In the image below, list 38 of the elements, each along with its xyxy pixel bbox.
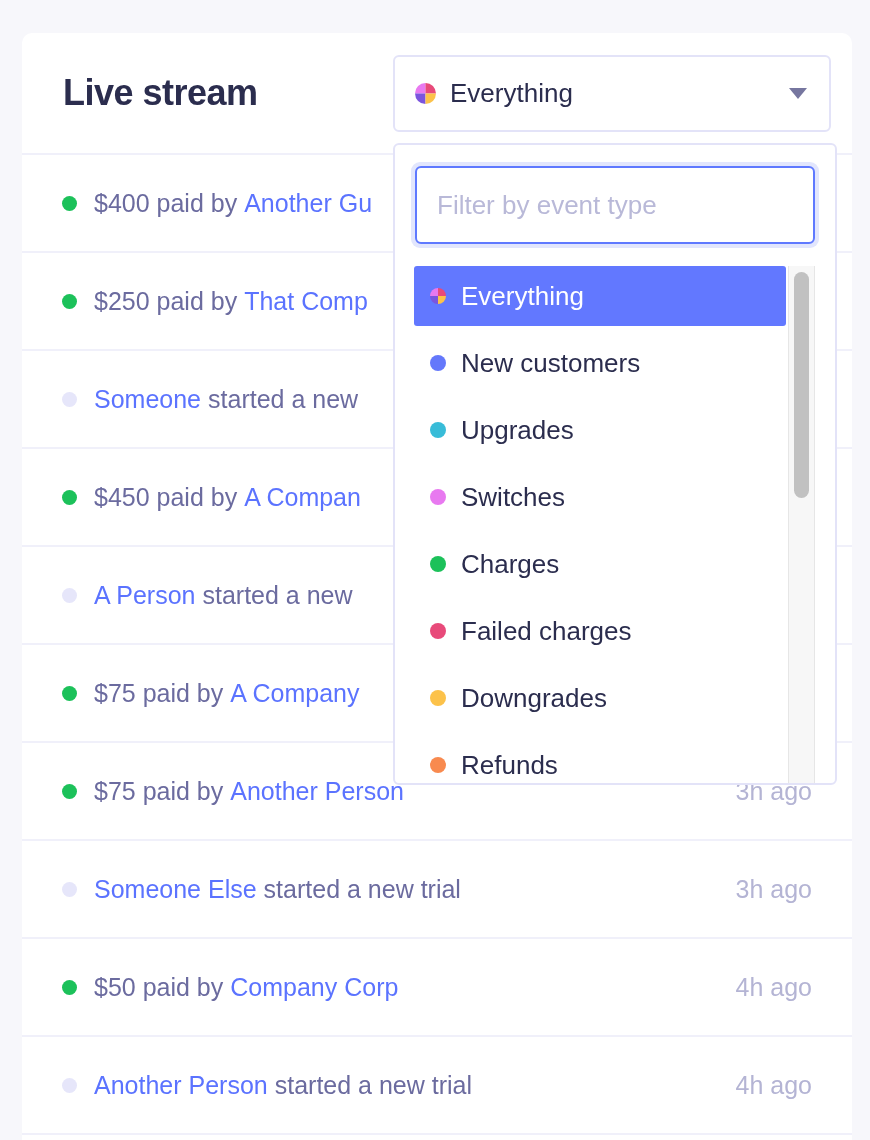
event-time: 3h ago	[735, 874, 812, 904]
menu-option[interactable]: Switches	[414, 467, 786, 527]
menu-option[interactable]: Everything	[414, 266, 786, 326]
event-text: $75 paid by A Company	[94, 678, 360, 708]
event-time: 4h ago	[735, 972, 812, 1002]
menu-option[interactable]: Refunds	[414, 735, 786, 783]
event-time: 4h ago	[735, 1070, 812, 1100]
filter-field[interactable]: Filter by event type	[415, 166, 815, 244]
customer-link[interactable]: A Person	[94, 580, 196, 609]
menu-option[interactable]: Upgrades	[414, 400, 786, 460]
event-text: $50 paid by Company Corp	[94, 972, 399, 1002]
event-text: $400 paid by Another Gu	[94, 188, 373, 218]
customer-link[interactable]: Someone	[94, 384, 202, 413]
customer-link[interactable]: That Comp	[244, 286, 368, 315]
event-type-dropdown[interactable]: Everything	[393, 54, 831, 132]
customer-link[interactable]: Another Person	[94, 1070, 268, 1099]
menu-option[interactable]: New customers	[414, 333, 786, 393]
pie-icon	[430, 288, 446, 304]
pie-icon	[415, 82, 436, 104]
event-text: Someone Else started a new trial	[94, 874, 461, 904]
menu-option[interactable]: Failed charges	[414, 601, 786, 661]
customer-link[interactable]: A Compan	[244, 482, 361, 511]
scrollbar[interactable]	[788, 266, 815, 783]
customer-link[interactable]: Company Corp	[230, 972, 399, 1001]
customer-link[interactable]: Another Gu	[244, 188, 373, 217]
card-title: Live stream	[63, 72, 258, 114]
event-text: $75 paid by Another Person	[94, 776, 404, 806]
event-text: Someone started a new	[94, 384, 359, 414]
menu-option[interactable]: Charges	[414, 534, 786, 594]
customer-link[interactable]: A Company	[230, 678, 360, 707]
event-text: $250 paid by That Comp	[94, 286, 368, 316]
event-text: Another Person started a new trial	[94, 1070, 473, 1100]
event-text: $450 paid by A Compan	[94, 482, 361, 512]
customer-link[interactable]: Someone Else	[94, 874, 257, 903]
customer-link[interactable]: Another Person	[230, 776, 404, 805]
event-text: A Person started a new	[94, 580, 353, 610]
menu-option[interactable]: Downgrades	[414, 668, 786, 728]
caret-icon	[789, 87, 807, 99]
